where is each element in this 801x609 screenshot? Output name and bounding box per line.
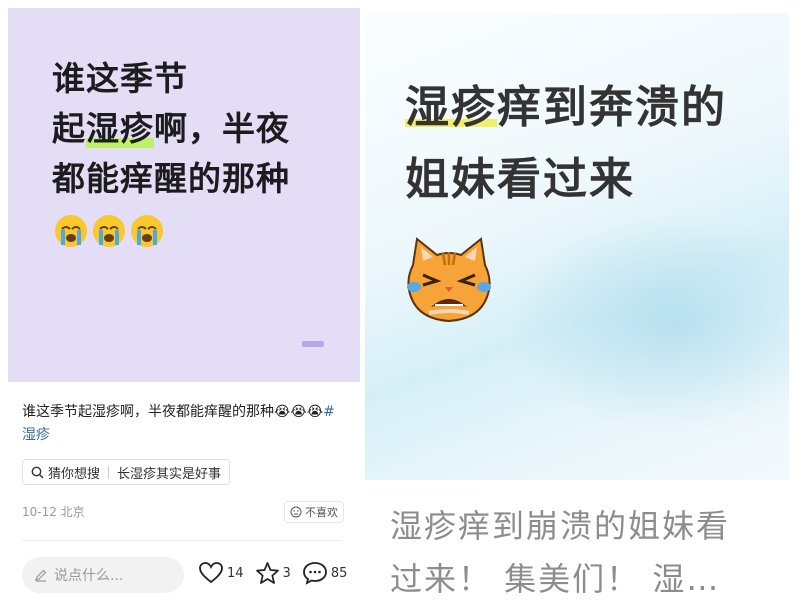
- dislike-button[interactable]: 不喜欢: [284, 501, 344, 523]
- right-post: 湿疹痒到奔溃的 姐妹看过来 湿疹痒到崩溃的姐妹看 过来！ 集美们！ 湿…: [362, 0, 801, 609]
- comment-count: 85: [330, 565, 348, 581]
- title-line2: 过来！ 集美们！ 湿…: [390, 560, 721, 598]
- post-title-preview[interactable]: 湿疹痒到崩溃的姐妹看 过来！ 集美们！ 湿…: [390, 500, 790, 606]
- card-headline-line1: 湿疹痒到奔溃的: [405, 71, 727, 135]
- crying-emoji-row: [54, 214, 164, 248]
- like-count: 14: [227, 565, 244, 581]
- comment-bubble-icon: [302, 562, 327, 585]
- divider: [22, 540, 342, 541]
- collect-count: 3: [282, 565, 291, 581]
- heart-icon: [199, 562, 223, 584]
- highlighted-word: 湿疹: [405, 71, 497, 135]
- post-caption: 谁这季节起湿疹啊，半夜都能痒醒的那种😭😭😭#湿疹: [22, 404, 335, 443]
- loudly-crying-face-emoji: [93, 215, 125, 247]
- collect-button[interactable]: 3: [255, 561, 291, 585]
- carousel-indicator: [302, 341, 324, 347]
- card-headline-line2: 起湿疹啊，半夜: [52, 104, 290, 154]
- search-icon: [31, 466, 44, 478]
- highlighted-word: 湿疹: [86, 104, 154, 154]
- divider: [108, 465, 110, 479]
- post-image-card[interactable]: 湿疹痒到奔溃的 姐妹看过来: [365, 13, 789, 480]
- post-image-card[interactable]: 谁这季节 起湿疹啊，半夜 都能痒醒的那种: [8, 8, 360, 382]
- like-button[interactable]: 14: [198, 561, 244, 585]
- card-headline-line2: 姐妹看过来: [405, 154, 635, 205]
- neutral-face-icon: [290, 506, 302, 518]
- comment-button[interactable]: 85: [302, 561, 348, 585]
- loudly-crying-face-emoji: [55, 215, 87, 247]
- suggested-search-chip[interactable]: 猜你想搜 长湿疹其实是好事: [22, 459, 231, 485]
- comment-input[interactable]: 说点什么...: [22, 557, 184, 593]
- title-line1: 湿疹痒到崩溃的姐妹看: [390, 507, 731, 545]
- card-headline-line3: 都能痒醒的那种: [52, 159, 290, 198]
- suggested-search-label: 猜你想搜: [48, 466, 101, 482]
- comment-placeholder: 说点什么...: [54, 568, 124, 584]
- star-icon: [255, 562, 279, 584]
- crying-cat-emoji: [403, 235, 495, 329]
- left-post: 谁这季节 起湿疹啊，半夜 都能痒醒的那种 谁这季节起湿疹啊，半夜都能痒醒的那种😭…: [0, 0, 362, 609]
- loudly-crying-face-emoji: [131, 215, 163, 247]
- card-headline-line1: 谁这季节: [52, 59, 188, 98]
- post-actions: 14 3 85: [198, 561, 358, 585]
- pencil-icon: [35, 569, 47, 582]
- suggested-search-query: 长湿疹其实是好事: [117, 466, 222, 482]
- post-date-location: 10-12 北京: [22, 505, 85, 519]
